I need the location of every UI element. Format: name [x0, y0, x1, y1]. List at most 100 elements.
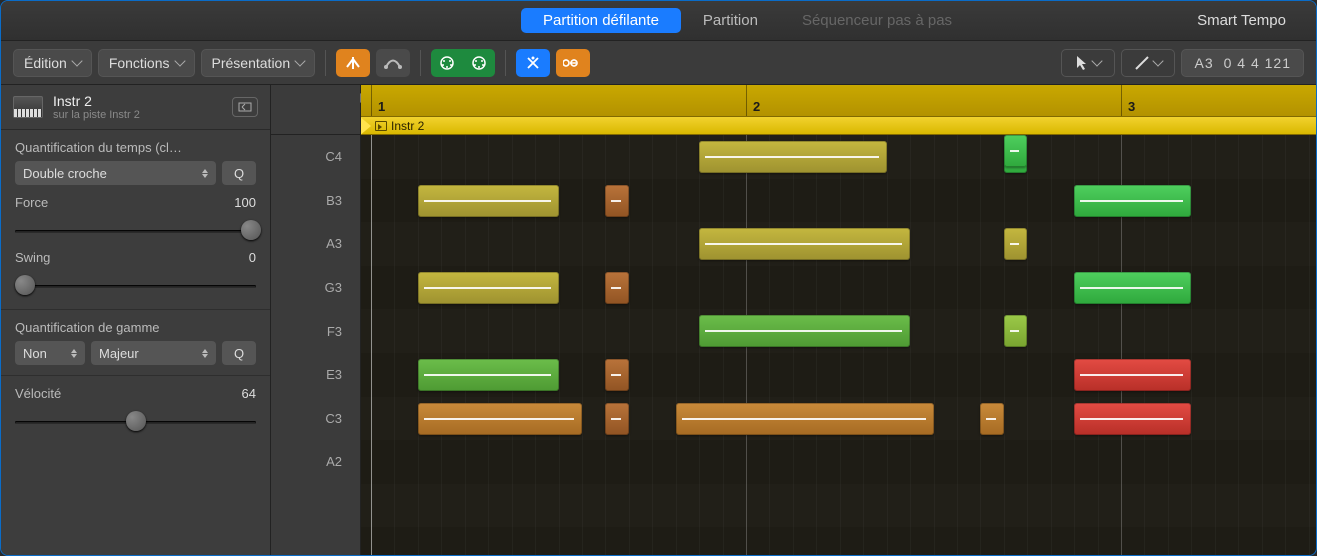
midi-note[interactable]	[676, 403, 934, 435]
midi-note[interactable]	[418, 272, 559, 304]
swing-label: Swing	[15, 250, 50, 265]
midi-note[interactable]	[980, 403, 1003, 435]
bar-number[interactable]: 3	[1121, 85, 1135, 116]
bar-ruler[interactable]: 1 2 3	[361, 85, 1316, 117]
info-pitch: A3	[1194, 55, 1213, 71]
menu-functions[interactable]: Fonctions	[98, 49, 195, 77]
collapse-mode-button[interactable]	[516, 49, 550, 77]
force-slider[interactable]	[15, 216, 256, 244]
midi-note[interactable]	[605, 403, 628, 435]
key-label[interactable]: F3	[271, 309, 360, 353]
instrument-icon	[13, 96, 43, 118]
tab-smart-tempo[interactable]: Smart Tempo	[1197, 12, 1306, 29]
region-subtitle: sur la piste Instr 2	[53, 109, 222, 121]
piano-keyboard-column: C4B3A3G3F3E3C3A2	[271, 85, 361, 555]
tab-piano-roll[interactable]: Partition défilante	[521, 8, 681, 33]
piano-roll-editor: C4B3A3G3F3E3C3A2 1 2 3 Instr 2	[271, 85, 1316, 555]
chevron-down-icon	[71, 55, 82, 66]
region-play-icon	[375, 121, 387, 131]
midi-note[interactable]	[1074, 185, 1191, 217]
chevron-down-icon	[174, 55, 185, 66]
scale-mode-select[interactable]: Majeur	[91, 341, 216, 365]
key-label[interactable]: A2	[271, 440, 360, 484]
menu-edit-label: Édition	[24, 55, 67, 71]
midi-note[interactable]	[605, 359, 628, 391]
menu-presentation[interactable]: Présentation	[201, 49, 316, 77]
menu-presentation-label: Présentation	[212, 55, 291, 71]
key-label[interactable]: C4	[271, 135, 360, 179]
key-label[interactable]: E3	[271, 353, 360, 397]
swing-slider[interactable]	[15, 271, 256, 299]
tab-step-sequencer[interactable]: Séquenceur pas à pas	[780, 8, 974, 33]
menu-functions-label: Fonctions	[109, 55, 170, 71]
playhead-marker-icon[interactable]	[361, 116, 371, 136]
region-header: Instr 2 sur la piste Instr 2	[1, 85, 270, 130]
velocity-slider[interactable]	[15, 407, 256, 435]
midi-note[interactable]	[605, 185, 628, 217]
key-label[interactable]: C3	[271, 397, 360, 441]
velocity-value: 64	[242, 386, 256, 401]
midi-in-icon	[438, 55, 456, 71]
quantize-time-label: Quantification du temps (cl…	[15, 140, 182, 155]
scale-root-label: Non	[23, 346, 47, 361]
midi-note[interactable]	[1004, 135, 1027, 167]
midi-note[interactable]	[418, 403, 582, 435]
collapse-icon	[525, 55, 541, 71]
chevron-down-icon	[294, 55, 305, 66]
view-tabs: Partition défilante Partition Séquenceur…	[1, 1, 1316, 41]
expand-icon	[238, 102, 252, 112]
menu-edit[interactable]: Édition	[13, 49, 92, 77]
midi-note[interactable]	[418, 185, 559, 217]
midi-note[interactable]	[605, 272, 628, 304]
pointer-tool[interactable]	[1061, 49, 1115, 77]
pencil-tool[interactable]	[1121, 49, 1175, 77]
midi-note[interactable]	[418, 359, 559, 391]
midi-note[interactable]	[1074, 403, 1191, 435]
key-label[interactable]: A3	[271, 222, 360, 266]
curve-icon	[384, 56, 402, 70]
chevron-down-icon	[1092, 55, 1103, 66]
catch-playhead-button[interactable]	[336, 49, 370, 77]
catch-icon	[344, 56, 362, 70]
automation-curve-button[interactable]	[376, 49, 410, 77]
line-icon	[1134, 55, 1150, 71]
scale-quantize-apply-button[interactable]: Q	[222, 341, 256, 365]
velocity-label: Vélocité	[15, 386, 61, 401]
tab-score[interactable]: Partition	[681, 8, 780, 33]
midi-note[interactable]	[699, 315, 910, 347]
force-value: 100	[234, 195, 256, 210]
quantize-select-label: Double croche	[23, 166, 107, 181]
force-label: Force	[15, 195, 48, 210]
info-position: 0 4 4 121	[1224, 55, 1291, 71]
midi-grid[interactable]: 1 2 3 Instr 2	[361, 85, 1316, 555]
chevron-down-icon	[1153, 55, 1164, 66]
midi-note[interactable]	[699, 141, 887, 173]
midi-note[interactable]	[1074, 272, 1191, 304]
key-label[interactable]: G3	[271, 266, 360, 310]
midi-note[interactable]	[1004, 228, 1027, 260]
bar-number[interactable]: 1	[371, 85, 385, 116]
midi-note[interactable]	[1074, 359, 1191, 391]
inspector-sidebar: Instr 2 sur la piste Instr 2 Quantificat…	[1, 85, 271, 555]
midi-note[interactable]	[699, 228, 910, 260]
swing-value: 0	[249, 250, 256, 265]
region-strip[interactable]: Instr 2	[361, 117, 1316, 135]
link-button[interactable]	[556, 49, 590, 77]
toolbar: Édition Fonctions Présentation	[1, 41, 1316, 85]
key-label[interactable]: B3	[271, 179, 360, 223]
scale-mode-label: Majeur	[99, 346, 139, 361]
midi-note[interactable]	[1004, 315, 1027, 347]
region-name: Instr 2	[391, 119, 424, 133]
region-title: Instr 2	[53, 93, 222, 109]
expand-button[interactable]	[232, 97, 258, 117]
info-display: A3 0 4 4 121	[1181, 49, 1304, 77]
scale-root-select[interactable]: Non	[15, 341, 85, 365]
scale-quantize-label: Quantification de gamme	[15, 320, 160, 335]
midi-out-icon	[470, 55, 488, 71]
bar-number[interactable]: 2	[746, 85, 760, 116]
pointer-icon	[1075, 55, 1089, 71]
link-icon	[563, 57, 583, 69]
quantize-value-select[interactable]: Double croche	[15, 161, 216, 185]
midi-in-out-group[interactable]	[431, 49, 495, 77]
quantize-apply-button[interactable]: Q	[222, 161, 256, 185]
